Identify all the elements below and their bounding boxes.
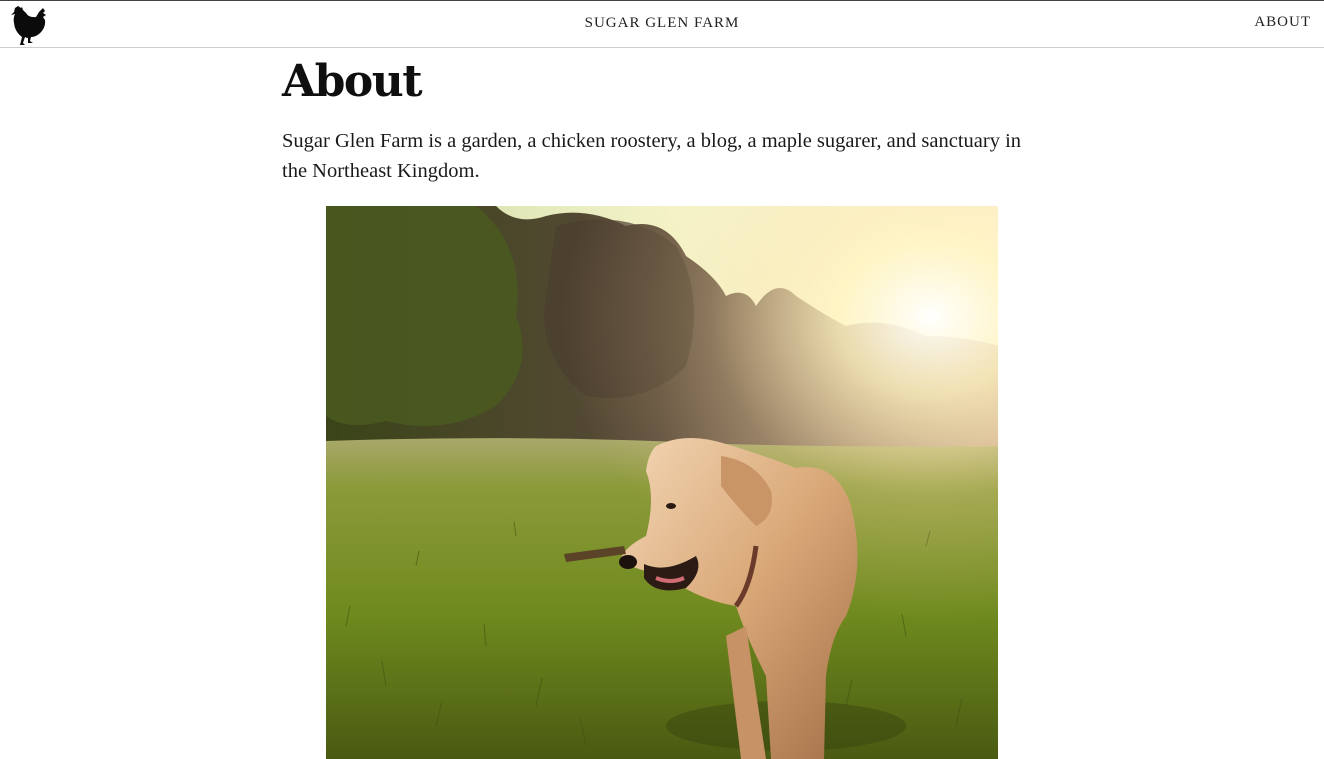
dog-in-field-photo	[326, 206, 998, 759]
intro-paragraph: Sugar Glen Farm is a garden, a chicken r…	[282, 130, 1022, 182]
nav-about-link[interactable]: ABOUT	[1254, 14, 1311, 31]
main-content: About Sugar Glen Farm is a garden, a chi…	[282, 50, 1042, 186]
site-title[interactable]: SUGAR GLEN FARM	[0, 15, 1324, 32]
site-header: SUGAR GLEN FARM ABOUT	[0, 0, 1324, 48]
page-title: About	[282, 56, 423, 107]
